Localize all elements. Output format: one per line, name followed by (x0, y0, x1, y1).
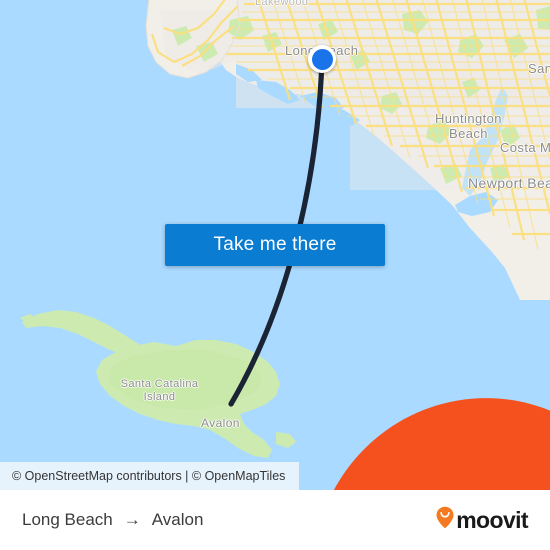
origin-marker-icon[interactable] (308, 45, 336, 73)
moovit-wordmark: moovit (456, 506, 528, 533)
take-me-there-button[interactable]: Take me there (165, 224, 385, 266)
destination-marker-icon[interactable] (211, 387, 550, 490)
attribution-text: © OpenStreetMap contributors | © OpenMap… (12, 469, 286, 483)
route-origin-label: Long Beach (22, 510, 113, 529)
route-summary: Long Beach → Avalon (22, 510, 203, 530)
map-attribution: © OpenStreetMap contributors | © OpenMap… (0, 462, 300, 490)
footer-bar: Long Beach → Avalon moovit (0, 490, 550, 550)
moovit-logo[interactable]: moovit (436, 506, 529, 534)
map-trip-preview: Lakewood Long Beach Sant Huntington Beac… (0, 0, 550, 550)
arrow-right-icon: → (123, 510, 141, 529)
origin-marker-dot (311, 48, 333, 70)
moovit-pin-icon (436, 506, 454, 534)
route-destination-label: Avalon (151, 510, 204, 529)
